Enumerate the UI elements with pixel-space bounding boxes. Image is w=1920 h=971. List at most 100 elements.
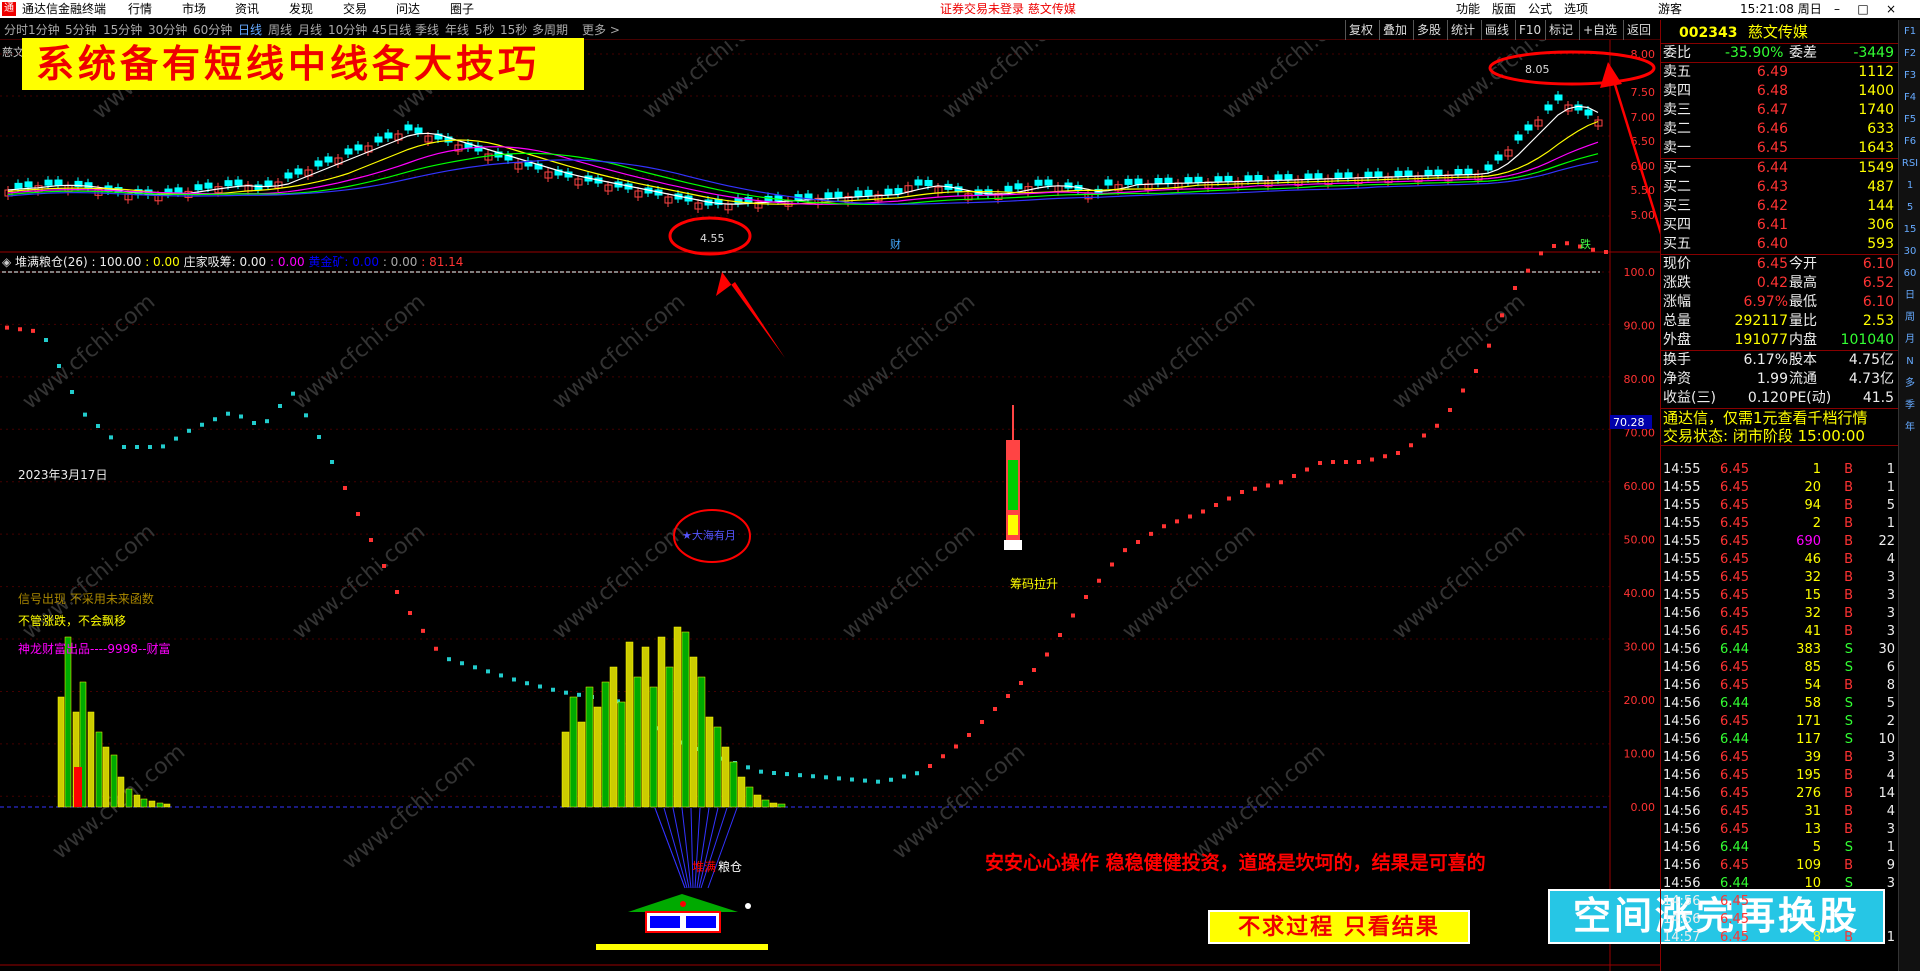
period-item[interactable]: 45日线 [372,20,411,40]
tick-side: S [1844,714,1853,729]
menu-banmian[interactable]: 版面 [1492,0,1516,18]
indicator-dot [18,327,22,332]
period-item[interactable]: 60分钟 [193,20,232,40]
tick-side: B [1844,570,1853,585]
tool-duogu[interactable]: 多股 [1413,20,1444,40]
side-tool-icon[interactable]: 60 [1900,264,1920,284]
candle-body [1254,175,1263,181]
period-item[interactable]: 5秒 [475,20,495,40]
tool-biaoji[interactable]: 标记 [1545,20,1576,40]
period-more[interactable]: 更多 > [582,20,620,40]
maximize-icon[interactable]: □ [1856,0,1870,18]
period-item[interactable]: 周线 [268,20,292,40]
indicator-name[interactable]: 堆满粮仓(26) [15,255,88,269]
menu-xuanxiang[interactable]: 选项 [1564,0,1588,18]
close-icon[interactable]: × [1884,0,1898,18]
period-item[interactable]: 5分钟 [65,20,97,40]
side-tool-icon[interactable]: 月 [1900,330,1920,350]
indicator-dot [1344,460,1348,464]
tick-list[interactable]: 14:55 6.45 1 B 1 14:55 6.45 20 B 1 14:55 6.45 94 B 5 14… [1661,461,1899,947]
minimize-icon[interactable]: – [1830,0,1844,18]
period-item[interactable]: 分时 [4,20,28,40]
user-label[interactable]: 游客 [1658,0,1682,18]
tick-side: B [1844,534,1853,549]
period-item-active[interactable]: 日线 [238,20,262,40]
menu-wenda[interactable]: 问达 [396,0,420,18]
stat-value: 1.99 [1756,371,1788,387]
indicator-dot [1422,433,1426,438]
side-tool-icon[interactable]: 30 [1900,242,1920,262]
period-item[interactable]: 多周期 [532,20,568,40]
volume-bar [673,626,682,808]
period-item[interactable]: 1分钟 [28,20,60,40]
candle-body [1004,185,1013,192]
indicator-dot [772,771,776,775]
tool-f10[interactable]: F10 [1515,20,1544,40]
tool-tongji[interactable]: 统计 [1447,20,1478,40]
rocket-base [1004,540,1022,550]
tool-huaxian[interactable]: 画线 [1481,20,1512,40]
tool-diejia[interactable]: 叠加 [1379,20,1410,40]
side-tool-icon[interactable]: RSI [1900,154,1920,174]
side-tool-icon[interactable]: N [1900,352,1920,372]
menu-gongneng[interactable]: 功能 [1456,0,1480,18]
side-tool-icon[interactable]: F3 [1900,66,1920,86]
side-tool-icon[interactable]: F1 [1900,22,1920,42]
tool-zixuan[interactable]: +自选 [1579,20,1620,40]
volume-bar [601,681,610,808]
promo-text[interactable]: 通达信，仅需1元查看千档行情 [1663,409,1868,428]
period-item[interactable]: 年线 [445,20,469,40]
tick-row: 14:56 6.44 5 S 1 [1661,839,1899,857]
period-item[interactable]: 15秒 [500,20,527,40]
stat-label: 外盘 [1663,332,1691,348]
period-item[interactable]: 15分钟 [103,20,142,40]
tick-count: 3 [1886,750,1895,765]
menu-shichang[interactable]: 市场 [182,0,206,18]
side-tool-icon[interactable]: 5 [1900,198,1920,218]
period-item[interactable]: 月线 [298,20,322,40]
side-tool-icon[interactable]: 1 [1900,176,1920,196]
menu-gongshi[interactable]: 公式 [1528,0,1552,18]
main-chart[interactable]: www.cfchi.com www.cfchi.com www.cfchi.com w… [0,40,1660,971]
period-item[interactable]: 10分钟 [328,20,367,40]
side-tool-icon[interactable]: F4 [1900,88,1920,108]
indicator-dot [1162,524,1166,529]
period-item[interactable]: 30分钟 [148,20,187,40]
tick-price: 6.45 [1720,534,1749,549]
side-tool-icon[interactable]: F6 [1900,132,1920,152]
tick-count: 9 [1886,858,1895,873]
indicator-dot [1565,241,1569,246]
menu-faxian[interactable]: 发现 [289,0,313,18]
menu-quanzi[interactable]: 圈子 [450,0,474,18]
indicator-dot [1279,480,1283,485]
indicator-dot [1175,519,1179,524]
side-tool-icon[interactable]: F5 [1900,110,1920,130]
volume-bar [148,800,156,808]
side-tool-icon[interactable]: F2 [1900,44,1920,64]
period-item[interactable]: 季线 [415,20,439,40]
menu-zixun[interactable]: 资讯 [235,0,259,18]
tick-count: 4 [1886,768,1895,783]
side-tool-icon[interactable]: 多 [1900,374,1920,394]
side-tool-icon[interactable]: 年 [1900,418,1920,438]
tick-price: 6.44 [1720,876,1749,891]
tick-time: 14:56 [1663,696,1701,711]
tick-row: 14:55 6.45 94 B 5 [1661,497,1899,515]
login-notice[interactable]: 证券交易未登录 慈文传媒 [940,0,1076,18]
side-tool-icon[interactable]: 15 [1900,220,1920,240]
candle-body [1154,178,1163,184]
tool-fuquan[interactable]: 复权 [1345,20,1376,40]
promo-line[interactable]: 通达信，仅需1元查看千档行情 [1661,408,1898,427]
menu-hangqing[interactable]: 行情 [128,0,152,18]
volume-bar [729,761,738,808]
indicator-dot [1435,423,1439,428]
side-tool-icon[interactable]: 周 [1900,308,1920,328]
candle-body [1464,168,1473,175]
menu-jiaoyi[interactable]: 交易 [343,0,367,18]
tick-count: 1 [1886,462,1895,477]
tick-count: 4 [1886,804,1895,819]
side-tool-icon[interactable]: 季 [1900,396,1920,416]
tick-volume: 1 [1812,462,1821,477]
tool-fanhui[interactable]: 返回 [1623,20,1654,40]
side-tool-icon[interactable]: 日 [1900,286,1920,306]
